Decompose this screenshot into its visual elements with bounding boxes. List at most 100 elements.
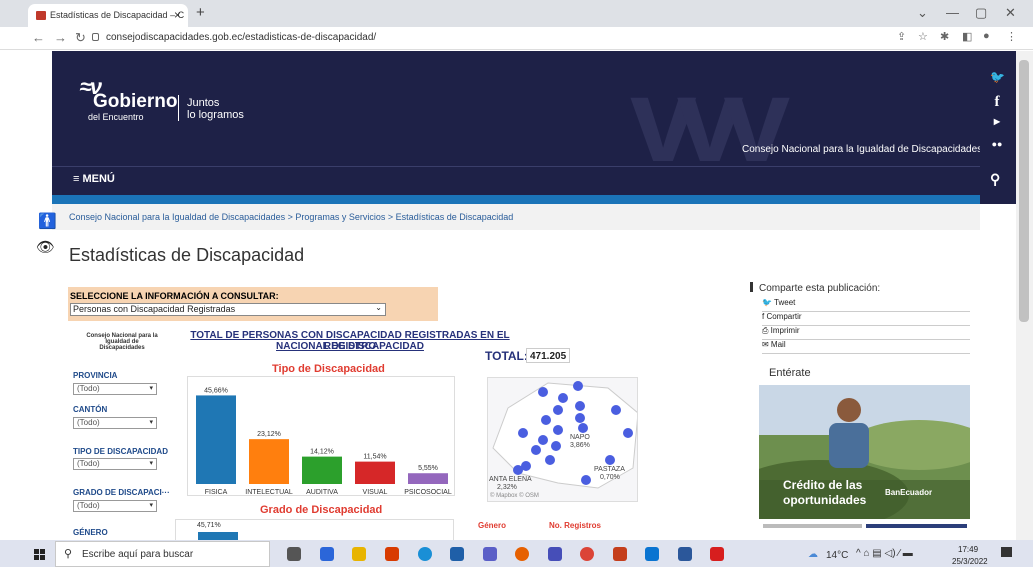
map-dot[interactable] bbox=[531, 445, 541, 455]
sidepanel-icon[interactable]: ◧ bbox=[962, 30, 972, 43]
accessibility-icon[interactable]: 🚹 bbox=[38, 212, 57, 230]
map-dot[interactable] bbox=[611, 405, 621, 415]
menu-button[interactable]: ≡ MENÚ bbox=[73, 173, 115, 185]
map-dot[interactable] bbox=[538, 387, 548, 397]
notification-icon[interactable] bbox=[1001, 547, 1012, 557]
weather-icon[interactable]: ☁ bbox=[808, 549, 818, 560]
map-dot[interactable] bbox=[575, 401, 585, 411]
close-window-icon[interactable]: ✕ bbox=[1005, 5, 1016, 21]
map-dot[interactable] bbox=[541, 415, 551, 425]
filter-tipo-value: (Todo) bbox=[77, 459, 100, 468]
bookmark-star-icon[interactable]: ☆ bbox=[918, 30, 928, 43]
info-select[interactable]: Personas con Discapacidad Registradas ⌄ bbox=[70, 303, 386, 316]
chrome-icon[interactable] bbox=[580, 547, 594, 561]
url-field[interactable]: consejodiscapacidades.gob.ec/estadistica… bbox=[90, 31, 880, 47]
acrobat-icon[interactable] bbox=[710, 547, 724, 561]
minimize-icon[interactable]: — bbox=[946, 5, 959, 20]
windows-start-icon[interactable] bbox=[34, 549, 45, 560]
site-favicon-icon bbox=[36, 11, 46, 20]
map-label-napo: NAPO bbox=[570, 434, 590, 441]
teams-work-icon[interactable] bbox=[548, 547, 562, 561]
filter-canton-select[interactable]: (Todo) ▾ bbox=[73, 417, 157, 429]
chart-tipo-title: Tipo de Discapacidad bbox=[272, 363, 385, 375]
office-icon[interactable] bbox=[385, 547, 399, 561]
map-label-pastaza: PASTAZA bbox=[594, 466, 625, 473]
logo-sub-text: del Encuentro bbox=[88, 112, 144, 122]
extensions-icon[interactable]: ✱ bbox=[940, 30, 949, 43]
file-explorer-icon[interactable] bbox=[352, 547, 366, 561]
tab-close-icon[interactable]: × bbox=[174, 8, 181, 22]
share-tweet-link[interactable]: 🐦 Tweet bbox=[762, 298, 970, 312]
weather-temp[interactable]: 14°C bbox=[826, 550, 848, 561]
chart-tipo-svg: 45,66% FISICA 23,12% INTELECTUAL 14,12% AUDIT… bbox=[196, 387, 452, 496]
bar-fisica[interactable] bbox=[196, 395, 236, 484]
browser-tab[interactable]: Estadísticas de Discapacidad – C × bbox=[28, 4, 188, 27]
clock-time[interactable]: 17:49 bbox=[958, 545, 978, 554]
scrollbar-thumb[interactable] bbox=[1019, 60, 1029, 322]
filter-provincia-select[interactable]: (Todo) ▾ bbox=[73, 383, 157, 395]
bar-auditiva[interactable] bbox=[302, 456, 342, 484]
map-dot[interactable] bbox=[623, 428, 633, 438]
browser-menu-icon[interactable]: ⋮ bbox=[1006, 30, 1017, 43]
chart-tipo-discapacidad[interactable]: 45,66% FISICA 23,12% INTELECTUAL 14,12% AUDIT… bbox=[187, 376, 455, 496]
map-dot[interactable] bbox=[553, 425, 563, 435]
map-dot[interactable] bbox=[575, 413, 585, 423]
clock-date[interactable]: 25/3/2022 bbox=[952, 557, 988, 566]
reload-icon[interactable]: ↻ bbox=[75, 30, 86, 46]
map-dot[interactable] bbox=[558, 393, 568, 403]
map-dot[interactable] bbox=[573, 381, 583, 391]
carousel-indicator-2[interactable] bbox=[866, 524, 967, 528]
map-dot[interactable] bbox=[578, 423, 588, 433]
store-icon[interactable] bbox=[450, 547, 464, 561]
map-dot[interactable] bbox=[581, 475, 591, 485]
map-label-napo-pct: 3,86% bbox=[570, 442, 590, 449]
word-icon[interactable] bbox=[678, 547, 692, 561]
map-dot[interactable] bbox=[545, 455, 555, 465]
total-label: TOTAL: bbox=[485, 349, 528, 363]
map-dot[interactable] bbox=[553, 405, 563, 415]
visibility-eye-icon[interactable]: 👁 bbox=[36, 238, 55, 256]
tab-search-icon[interactable]: ⌄ bbox=[917, 5, 928, 21]
share-page-icon[interactable]: ⇪ bbox=[897, 30, 906, 43]
logo-divider bbox=[178, 95, 179, 121]
back-icon[interactable]: ← bbox=[32, 30, 45, 45]
accent-bar bbox=[52, 195, 980, 204]
youtube-icon[interactable]: ▶ bbox=[990, 117, 1004, 126]
filter-tipo-select[interactable]: (Todo) ▾ bbox=[73, 458, 157, 470]
edge-icon[interactable] bbox=[418, 547, 432, 561]
firefox-icon[interactable] bbox=[515, 547, 529, 561]
map-dot[interactable] bbox=[605, 455, 615, 465]
powerpoint-icon[interactable] bbox=[613, 547, 627, 561]
profile-icon[interactable]: ● bbox=[983, 30, 990, 42]
bar-psicosocial[interactable] bbox=[408, 473, 448, 484]
province-map[interactable]: NAPO 3,86% PASTAZA 0,70% ANTA ELENA 2,32… bbox=[487, 377, 638, 502]
twitter-icon[interactable]: 🐦 bbox=[990, 70, 1005, 84]
map-dot[interactable] bbox=[518, 428, 528, 438]
share-mail-link[interactable]: ✉ Mail bbox=[762, 340, 970, 354]
forward-icon[interactable]: → bbox=[54, 30, 67, 45]
task-view-icon[interactable] bbox=[287, 547, 301, 561]
outlook-icon[interactable] bbox=[645, 547, 659, 561]
map-dot[interactable] bbox=[551, 441, 561, 451]
meet-icon[interactable] bbox=[320, 547, 334, 561]
bar-intelectual[interactable] bbox=[249, 439, 289, 484]
logo-main-text[interactable]: Gobierno bbox=[93, 91, 177, 113]
new-tab-button[interactable]: + bbox=[196, 4, 205, 21]
search-icon[interactable]: ⚲ bbox=[990, 171, 1000, 188]
share-print-link[interactable]: ⎙ Imprimir bbox=[762, 326, 970, 340]
map-dot[interactable] bbox=[538, 435, 548, 445]
map-attribution[interactable]: © Mapbox © OSM bbox=[490, 493, 539, 499]
teams-icon[interactable] bbox=[483, 547, 497, 561]
filter-grado-select[interactable]: (Todo) ▾ bbox=[73, 500, 157, 512]
map-dot[interactable] bbox=[513, 465, 523, 475]
map-label-santa-elena: ANTA ELENA bbox=[489, 476, 532, 483]
restore-icon[interactable]: ▢ bbox=[975, 5, 987, 21]
flickr-icon[interactable]: ●● bbox=[990, 139, 1004, 149]
share-facebook-link[interactable]: f Compartir bbox=[762, 312, 970, 326]
tray-icons[interactable]: ^ ⌂ ▤ ◁) ∕ ▬ bbox=[856, 548, 913, 559]
enterate-heading: Entérate bbox=[769, 367, 811, 379]
facebook-icon[interactable]: f bbox=[990, 94, 1004, 111]
breadcrumb[interactable]: Consejo Nacional para la Igualdad de Dis… bbox=[69, 212, 513, 222]
carousel-indicator-1[interactable] bbox=[763, 524, 862, 528]
bar-visual[interactable] bbox=[355, 461, 395, 484]
